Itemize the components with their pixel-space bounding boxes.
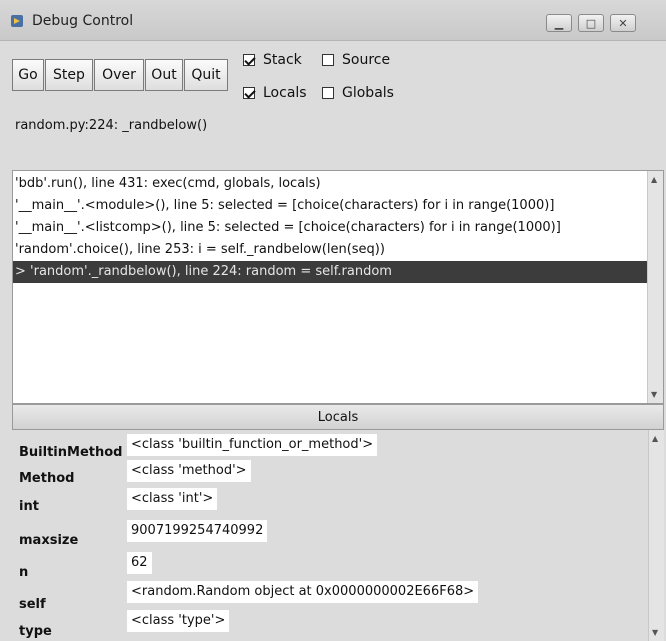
go-button[interactable]: Go — [12, 59, 44, 91]
locals-header: Locals — [12, 404, 664, 430]
maximize-icon: □ — [585, 16, 597, 30]
locals-checkbox[interactable]: Locals — [243, 85, 307, 101]
stack-frame[interactable]: '__main__'.<module>(), line 5: selected … — [13, 195, 554, 217]
globals-checkbox-box[interactable] — [322, 87, 334, 99]
local-name: self — [19, 597, 46, 612]
source-checkbox[interactable]: Source — [322, 52, 390, 68]
stack-frame[interactable]: 'bdb'.run(), line 431: exec(cmd, globals… — [13, 173, 321, 195]
scroll-up-icon[interactable]: ▲ — [652, 434, 658, 443]
globals-checkbox-label: Globals — [342, 85, 394, 101]
scroll-down-icon[interactable]: ▼ — [651, 390, 657, 399]
title-bar: Debug Control ▁ □ ✕ — [0, 0, 666, 41]
local-value: <class 'builtin_function_or_method'> — [127, 434, 378, 456]
local-value: <class 'method'> — [127, 460, 251, 482]
local-name: maxsize — [19, 533, 79, 548]
stack-frame[interactable]: 'random'.choice(), line 253: i = self._r… — [13, 239, 385, 261]
maximize-button[interactable]: □ — [578, 14, 604, 32]
step-button[interactable]: Step — [45, 59, 93, 91]
stack-checkbox-box[interactable] — [243, 54, 255, 66]
local-name: n — [19, 565, 29, 580]
quit-button[interactable]: Quit — [184, 59, 228, 91]
stack-frame[interactable]: '__main__'.<listcomp>(), line 5: selecte… — [13, 217, 561, 239]
scroll-down-icon[interactable]: ▼ — [652, 628, 658, 637]
window-title: Debug Control — [32, 13, 134, 29]
close-icon: ✕ — [618, 16, 628, 30]
local-value: 9007199254740992 — [127, 520, 268, 542]
local-name: Method — [19, 471, 75, 486]
stack-frame-selected[interactable]: > 'random'._randbelow(), line 224: rando… — [13, 261, 647, 283]
local-name: type — [19, 624, 52, 639]
local-value: <class 'int'> — [127, 488, 218, 510]
stack-scrollbar[interactable]: ▲ ▼ — [647, 171, 663, 403]
source-checkbox-box[interactable] — [322, 54, 334, 66]
locals-list[interactable]: BuiltinMethod <class 'builtin_function_o… — [12, 430, 664, 641]
local-name: int — [19, 499, 39, 514]
locals-checkbox-box[interactable] — [243, 87, 255, 99]
globals-checkbox[interactable]: Globals — [322, 85, 394, 101]
app-icon — [11, 15, 23, 27]
local-value: 62 — [127, 552, 152, 574]
local-value: <class 'type'> — [127, 610, 230, 632]
scroll-up-icon[interactable]: ▲ — [651, 175, 657, 184]
current-location: random.py:224: _randbelow() — [15, 118, 208, 133]
minimize-button[interactable]: ▁ — [546, 14, 572, 32]
over-button[interactable]: Over — [94, 59, 144, 91]
out-button[interactable]: Out — [145, 59, 183, 91]
minimize-icon: ▁ — [554, 16, 564, 30]
stack-list[interactable]: 'bdb'.run(), line 431: exec(cmd, globals… — [12, 170, 664, 404]
stack-checkbox-label: Stack — [263, 52, 302, 68]
stack-checkbox[interactable]: Stack — [243, 52, 302, 68]
locals-scrollbar[interactable]: ▲ ▼ — [648, 430, 664, 641]
local-name: BuiltinMethod — [19, 445, 123, 460]
local-value: <random.Random object at 0x0000000002E66… — [127, 581, 479, 603]
locals-checkbox-label: Locals — [263, 85, 307, 101]
close-button[interactable]: ✕ — [610, 14, 636, 32]
source-checkbox-label: Source — [342, 52, 391, 68]
